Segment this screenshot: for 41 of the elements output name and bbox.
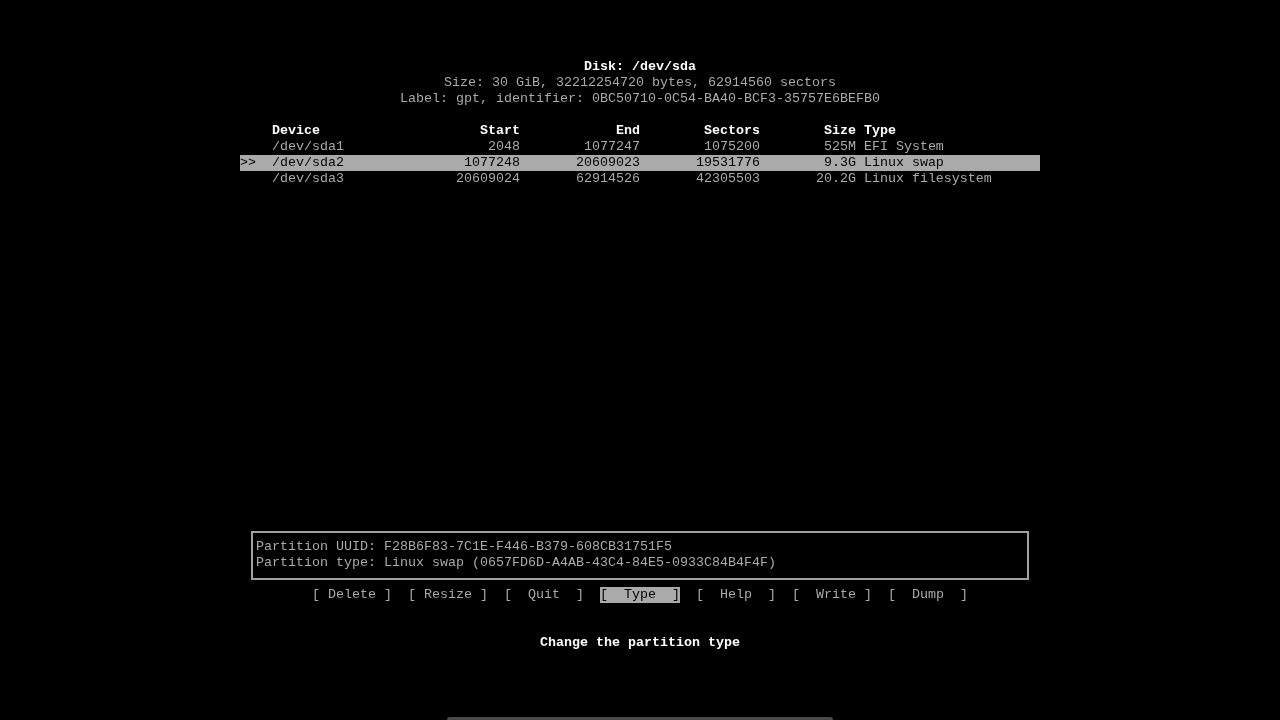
table-cell: 42305503 — [695, 171, 760, 187]
action-button[interactable]: [ Help ] — [695, 587, 776, 603]
table-cell: 62914526 — [575, 171, 640, 187]
table-cell: /dev/sda1 — [272, 139, 345, 155]
table-cell: 20609024 — [456, 171, 520, 187]
action-button[interactable]: [ Type ] — [600, 587, 680, 603]
hint-text: Change the partition type — [540, 635, 740, 651]
disk-label-line: Label: gpt, identifier: 0BC50710-0C54-BA40-BCF3-35757E6BEFB0 — [400, 91, 880, 107]
action-button[interactable]: [ Resize ] — [408, 587, 489, 603]
table-row[interactable]: >> /dev/sda2 1077248 20609023 19531776 9.3G Linux swap — [240, 155, 1040, 171]
action-button[interactable]: [ Dump ] — [887, 587, 968, 603]
column-header: Sectors — [703, 123, 760, 139]
table-cell: 1077247 — [583, 139, 640, 155]
column-header: Size — [823, 123, 856, 139]
table-row[interactable]: /dev/sda3 20609024 62914526 42305503 20.2G Linux filesystem — [240, 171, 1040, 187]
info-line: Partition type: Linux swap (0657FD6D-A4AB-43C4-84E5-0933C84B4F4F) — [256, 555, 776, 571]
row-cursor: >> — [240, 155, 257, 171]
table-cell: Linux filesystem — [863, 171, 992, 187]
table-row[interactable]: /dev/sda1 2048 1077247 1075200 525M EFI System — [240, 139, 1040, 155]
column-header: Device — [272, 123, 321, 139]
table-cell: 19531776 — [695, 155, 760, 171]
table-cell: 1077248 — [464, 155, 520, 171]
action-button[interactable]: [ Write ] — [791, 587, 872, 603]
info-line: Partition UUID: F28B6F83-7C1E-F446-B379-608CB31751F5 — [256, 539, 672, 555]
table-cell: 9.3G — [823, 155, 856, 171]
disk-size-line: Size: 30 GiB, 32212254720 bytes, 62914560 sectors — [444, 75, 836, 91]
table-cell: 20.2G — [815, 171, 856, 187]
table-cell: 1075200 — [703, 139, 760, 155]
column-header: Start — [480, 123, 520, 139]
column-header: Type — [863, 123, 896, 139]
table-cell: 2048 — [488, 139, 520, 155]
action-button[interactable]: [ Quit ] — [504, 587, 584, 603]
table-cell: 20609023 — [575, 155, 640, 171]
table-cell: Linux swap — [863, 155, 944, 171]
table-cell: /dev/sda3 — [272, 171, 345, 187]
table-cell: EFI System — [863, 139, 944, 155]
disk-title: Disk: /dev/sda — [584, 59, 696, 75]
action-button[interactable]: [ Delete ] — [312, 587, 393, 603]
column-header: End — [615, 123, 640, 139]
table-cell: 525M — [823, 139, 856, 155]
table-cell: /dev/sda2 — [272, 155, 345, 171]
